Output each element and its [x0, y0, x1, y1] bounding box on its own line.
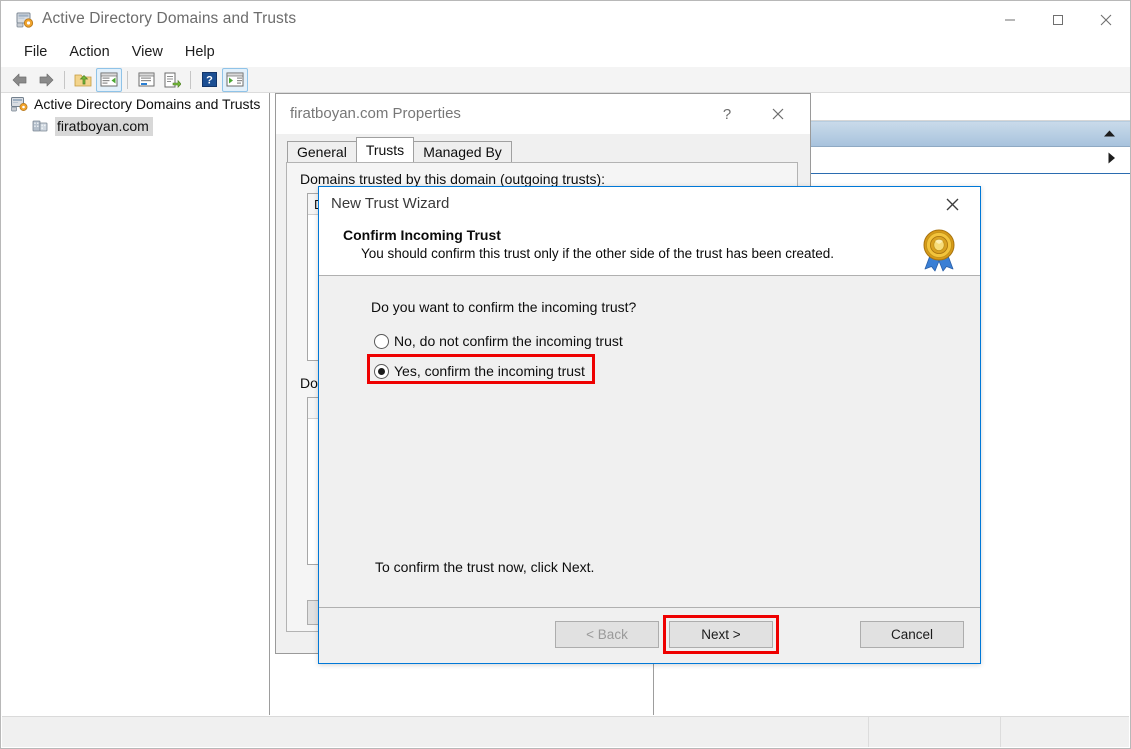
chevron-right-icon	[1107, 152, 1116, 169]
tab-general[interactable]: General	[287, 141, 357, 162]
radio-dot	[378, 367, 385, 375]
properties-tabstrip: General Trusts Managed By	[287, 137, 512, 162]
properties-dialog-titlebar: firatboyan.com Properties ?	[276, 94, 810, 134]
tree-item-root[interactable]: Active Directory Domains and Trusts	[4, 93, 269, 115]
wizard-subheading: You should confirm this trust only if th…	[361, 246, 835, 261]
wizard-header: Confirm Incoming Trust You should confir…	[319, 221, 980, 276]
toolbar-separator	[64, 70, 65, 89]
window-titlebar: Active Directory Domains and Trusts	[1, 1, 1130, 38]
status-pane-secondary	[869, 717, 1001, 747]
window-title: Active Directory Domains and Trusts	[42, 10, 297, 27]
up-folder-icon[interactable]	[70, 68, 96, 92]
outgoing-trusts-label: Domains trusted by this domain (outgoing…	[300, 171, 606, 187]
properties-icon[interactable]	[133, 68, 159, 92]
minimize-button[interactable]	[986, 1, 1034, 38]
radio-button-unchecked-icon[interactable]	[374, 333, 389, 349]
radio-button-checked-icon[interactable]	[374, 363, 389, 379]
menu-item-file[interactable]: File	[13, 41, 58, 64]
forward-icon[interactable]	[33, 68, 59, 92]
wizard-footer: < Back Next > Cancel	[319, 607, 980, 663]
close-button[interactable]	[756, 94, 800, 134]
tree-item-firatboyan-com[interactable]: firatboyan.com	[4, 115, 269, 137]
wizard-question-label: Do you want to confirm the incoming trus…	[371, 299, 637, 315]
svg-text:?: ?	[206, 75, 213, 87]
radio-option-yes-confirm[interactable]: Yes, confirm the incoming trust	[374, 360, 585, 382]
close-button[interactable]	[932, 187, 972, 221]
back-icon[interactable]	[7, 68, 33, 92]
gold-medal-ribbon-icon	[916, 227, 962, 273]
wizard-titlebar: New Trust Wizard	[319, 187, 980, 221]
status-pane-main	[2, 717, 869, 747]
toolbar-separator	[190, 70, 191, 89]
tree-item-firatboyan-com-label: firatboyan.com	[55, 116, 153, 136]
maximize-button[interactable]	[1034, 1, 1082, 38]
screen-root: Active Directory Domains and Trusts File…	[0, 0, 1131, 749]
ad-domains-trusts-icon	[16, 11, 34, 29]
status-pane-tertiary	[1001, 717, 1129, 747]
status-bar	[2, 716, 1129, 747]
next-button[interactable]: Next >	[669, 621, 773, 648]
export-list-icon[interactable]	[159, 68, 185, 92]
radio-option-no-confirm[interactable]: No, do not confirm the incoming trust	[374, 330, 623, 352]
wizard-body: Do you want to confirm the incoming trus…	[319, 277, 980, 607]
radio-option-no-confirm-label: No, do not confirm the incoming trust	[394, 333, 623, 349]
show-hide-tree-icon[interactable]	[96, 67, 122, 92]
ad-console-root-icon	[11, 96, 29, 112]
show-hide-action-pane-icon[interactable]	[222, 67, 248, 92]
tab-trusts[interactable]: Trusts	[355, 137, 415, 162]
menu-bar: File Action View Help	[1, 38, 1130, 66]
tree-item-root-label: Active Directory Domains and Trusts	[34, 95, 261, 112]
radio-option-yes-confirm-label: Yes, confirm the incoming trust	[394, 363, 585, 379]
incoming-trusts-label: Do	[300, 375, 318, 391]
toolbar: ?	[1, 67, 1130, 93]
new-trust-wizard-dialog: New Trust Wizard Confirm Incoming Trust …	[318, 186, 981, 664]
toolbar-separator	[127, 70, 128, 89]
menu-item-help[interactable]: Help	[174, 41, 226, 64]
close-button[interactable]	[1082, 1, 1130, 38]
help-icon[interactable]: ?	[196, 68, 222, 92]
window-controls	[986, 1, 1130, 38]
help-button[interactable]: ?	[708, 94, 746, 134]
domain-icon	[32, 118, 50, 134]
chevron-up-icon[interactable]	[1103, 126, 1116, 142]
tab-managed-by[interactable]: Managed By	[413, 141, 512, 162]
menu-item-action[interactable]: Action	[58, 41, 120, 64]
cancel-button[interactable]: Cancel	[860, 621, 964, 648]
wizard-title: New Trust Wizard	[331, 195, 450, 212]
console-tree-pane: Active Directory Domains and Trusts fira…	[4, 93, 270, 715]
wizard-footnote: To confirm the trust now, click Next.	[375, 559, 595, 575]
menu-item-view[interactable]: View	[121, 41, 174, 64]
properties-dialog-title: firatboyan.com Properties	[290, 105, 461, 122]
back-button[interactable]: < Back	[555, 621, 659, 648]
wizard-heading: Confirm Incoming Trust	[343, 227, 501, 243]
